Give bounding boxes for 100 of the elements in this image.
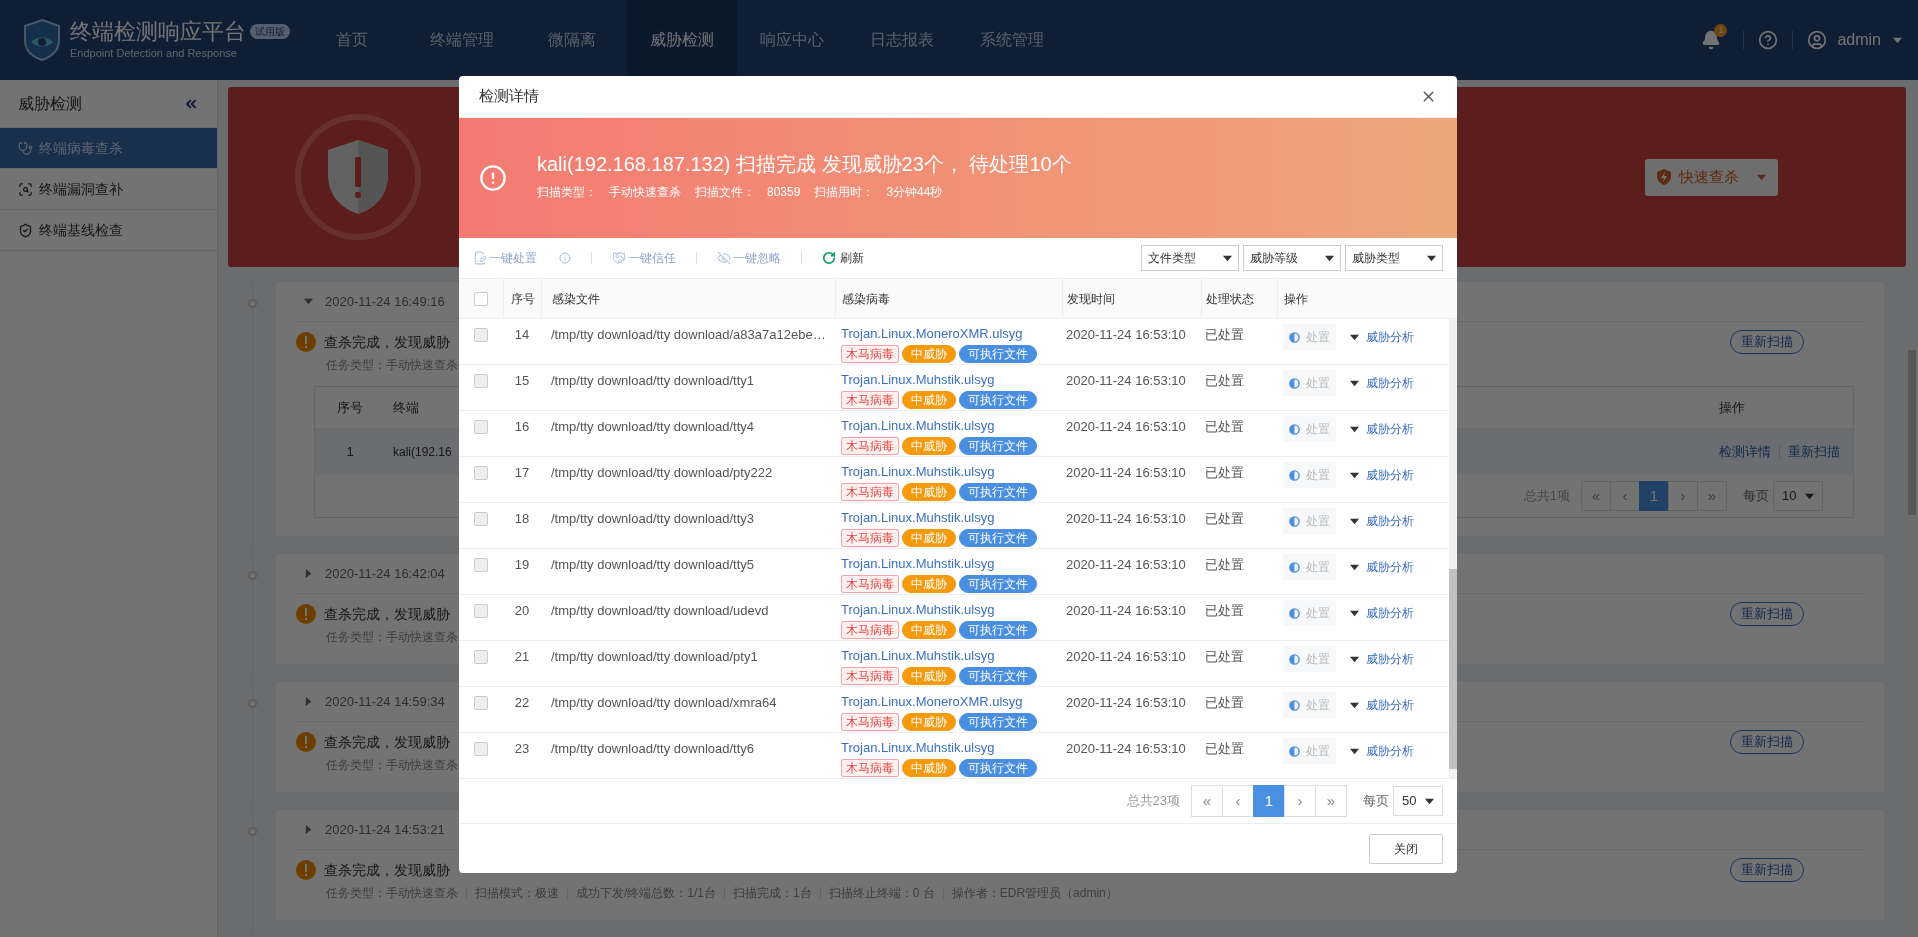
total-count: 总共23项 <box>1126 792 1180 811</box>
row-checkbox[interactable] <box>474 696 488 710</box>
virus-link[interactable]: Trojan.Linux.Muhstik.ulsyg <box>841 416 1062 436</box>
table-cell-text: 已处置 <box>1204 510 1245 528</box>
tag: 木马病毒 <box>841 344 899 363</box>
user-icon[interactable] <box>1807 30 1828 50</box>
file-path: /tmp/tty download/tty download/tty5 <box>550 556 756 574</box>
per-page-label: 每页 <box>1363 792 1389 811</box>
handshake-icon <box>612 251 626 265</box>
scrollbar[interactable] <box>1449 319 1457 779</box>
shield-bolt-icon <box>1657 169 1671 185</box>
row-checkbox[interactable] <box>474 420 488 434</box>
nav-tab[interactable]: 系统管理 <box>957 0 1067 80</box>
row-checkbox[interactable] <box>474 374 488 388</box>
action-link[interactable]: 重新扫描 <box>1788 442 1840 462</box>
caret-right-icon <box>304 697 313 706</box>
caret-icon <box>1757 172 1766 182</box>
analysis-link[interactable]: 威胁分析 <box>1366 512 1414 530</box>
tag: 木马病毒 <box>841 666 899 685</box>
notification-badge: 1 <box>1714 24 1728 37</box>
tag: 可执行文件 <box>959 344 1037 363</box>
tag: 木马病毒 <box>841 436 899 455</box>
filter-select[interactable]: 威胁等级 <box>1243 245 1341 271</box>
page-button[interactable]: « <box>1581 481 1611 511</box>
virus-link[interactable]: Trojan.Linux.Muhstik.ulsyg <box>841 600 1062 620</box>
row-checkbox[interactable] <box>474 512 488 526</box>
tag: 中威胁 <box>902 344 956 363</box>
filter-select[interactable]: 文件类型 <box>1141 245 1239 271</box>
virus-link[interactable]: Trojan.Linux.Muhstik.ulsyg <box>841 462 1062 482</box>
sidebar-item[interactable]: 终端漏洞查补 <box>0 169 217 210</box>
action-link[interactable]: 检测详情 <box>1719 442 1771 462</box>
analysis-link[interactable]: 威胁分析 <box>1366 420 1414 438</box>
page-button[interactable]: ‹ <box>1610 481 1640 511</box>
page-button[interactable]: 1 <box>1253 785 1285 817</box>
virus-link[interactable]: Trojan.Linux.Muhstik.ulsyg <box>841 370 1062 390</box>
caret-icon <box>1893 35 1902 45</box>
tag: 中威胁 <box>902 528 956 547</box>
page-button[interactable]: 1 <box>1639 481 1669 511</box>
column-header: 序号 <box>336 398 364 417</box>
sidebar-item[interactable]: 终端基线检查 <box>0 210 217 251</box>
page-button[interactable]: » <box>1315 785 1347 817</box>
dialog-title: 检测详情 <box>479 86 539 107</box>
page-button[interactable]: ‹ <box>1222 785 1254 817</box>
analysis-link[interactable]: 威胁分析 <box>1366 558 1414 576</box>
virus-link[interactable]: Trojan.Linux.Muhstik.ulsyg <box>841 738 1062 758</box>
analysis-link[interactable]: 威胁分析 <box>1366 328 1414 346</box>
help-icon[interactable] <box>1758 30 1779 50</box>
task-time: 2020-11-24 16:49:16 <box>325 292 445 311</box>
refresh-button[interactable]: 刷新 <box>822 249 864 267</box>
caret-icon <box>1350 608 1359 618</box>
tag: 可执行文件 <box>959 666 1037 685</box>
nav-tab[interactable]: 响应中心 <box>737 0 847 80</box>
sidebar-item[interactable]: 终端病毒查杀 <box>0 128 217 169</box>
tag: 中威胁 <box>902 574 956 593</box>
caret-right-icon <box>304 569 313 578</box>
nav-tab[interactable]: 终端管理 <box>407 0 517 80</box>
per-page-select[interactable]: 10 <box>1773 481 1823 511</box>
analysis-link[interactable]: 威胁分析 <box>1366 650 1414 668</box>
filter-select[interactable]: 威胁类型 <box>1345 245 1443 271</box>
trial-badge: 试用版 <box>250 24 290 40</box>
analysis-link[interactable]: 威胁分析 <box>1366 374 1414 392</box>
analysis-link[interactable]: 威胁分析 <box>1366 604 1414 622</box>
half-circle-icon <box>1289 515 1300 527</box>
virus-link[interactable]: Trojan.Linux.Muhstik.ulsyg <box>841 508 1062 528</box>
row-checkbox[interactable] <box>474 558 488 572</box>
page-button[interactable]: » <box>1697 481 1727 511</box>
tag: 可执行文件 <box>959 436 1037 455</box>
nav-tab[interactable]: 日志报表 <box>847 0 957 80</box>
task-time: 2020-11-24 14:59:34 <box>325 692 445 711</box>
per-page-select[interactable]: 50 <box>1393 786 1443 816</box>
row-checkbox[interactable] <box>474 742 488 756</box>
tag: 木马病毒 <box>841 390 899 409</box>
analysis-link[interactable]: 威胁分析 <box>1366 696 1414 714</box>
row-checkbox[interactable] <box>474 466 488 480</box>
tag: 可执行文件 <box>959 758 1037 777</box>
virus-link[interactable]: Trojan.Linux.Muhstik.ulsyg <box>841 646 1062 666</box>
task-summary: 查杀完成，发现威胁 <box>324 604 450 624</box>
analysis-link[interactable]: 威胁分析 <box>1366 466 1414 484</box>
task-summary: 查杀完成，发现威胁 <box>324 860 450 880</box>
tag: 木马病毒 <box>841 482 899 501</box>
quick-scan-button[interactable]: 快速查杀 <box>1645 158 1778 196</box>
half-circle-icon <box>1289 745 1300 757</box>
close-button[interactable]: 关闭 <box>1369 833 1443 864</box>
nav-tab[interactable]: 首页 <box>297 0 407 80</box>
nav-tab[interactable]: 微隔离 <box>517 0 627 80</box>
virus-link[interactable]: Trojan.Linux.MoneroXMR.ulsyg <box>841 324 1062 344</box>
page-button[interactable]: › <box>1668 481 1698 511</box>
table-cell-text: 18 <box>513 510 531 528</box>
virus-link[interactable]: Trojan.Linux.Muhstik.ulsyg <box>841 554 1062 574</box>
row-checkbox[interactable] <box>474 650 488 664</box>
row-checkbox[interactable] <box>474 328 488 342</box>
page-button[interactable]: › <box>1284 785 1316 817</box>
select-all-checkbox[interactable] <box>474 291 488 306</box>
row-checkbox[interactable] <box>474 604 488 618</box>
page-button[interactable]: « <box>1191 785 1223 817</box>
tag: 可执行文件 <box>959 712 1037 731</box>
table-cell-text: 16 <box>513 418 531 436</box>
analysis-link[interactable]: 威胁分析 <box>1366 742 1414 760</box>
virus-link[interactable]: Trojan.Linux.MoneroXMR.ulsyg <box>841 692 1062 712</box>
half-circle-icon <box>1289 653 1300 665</box>
